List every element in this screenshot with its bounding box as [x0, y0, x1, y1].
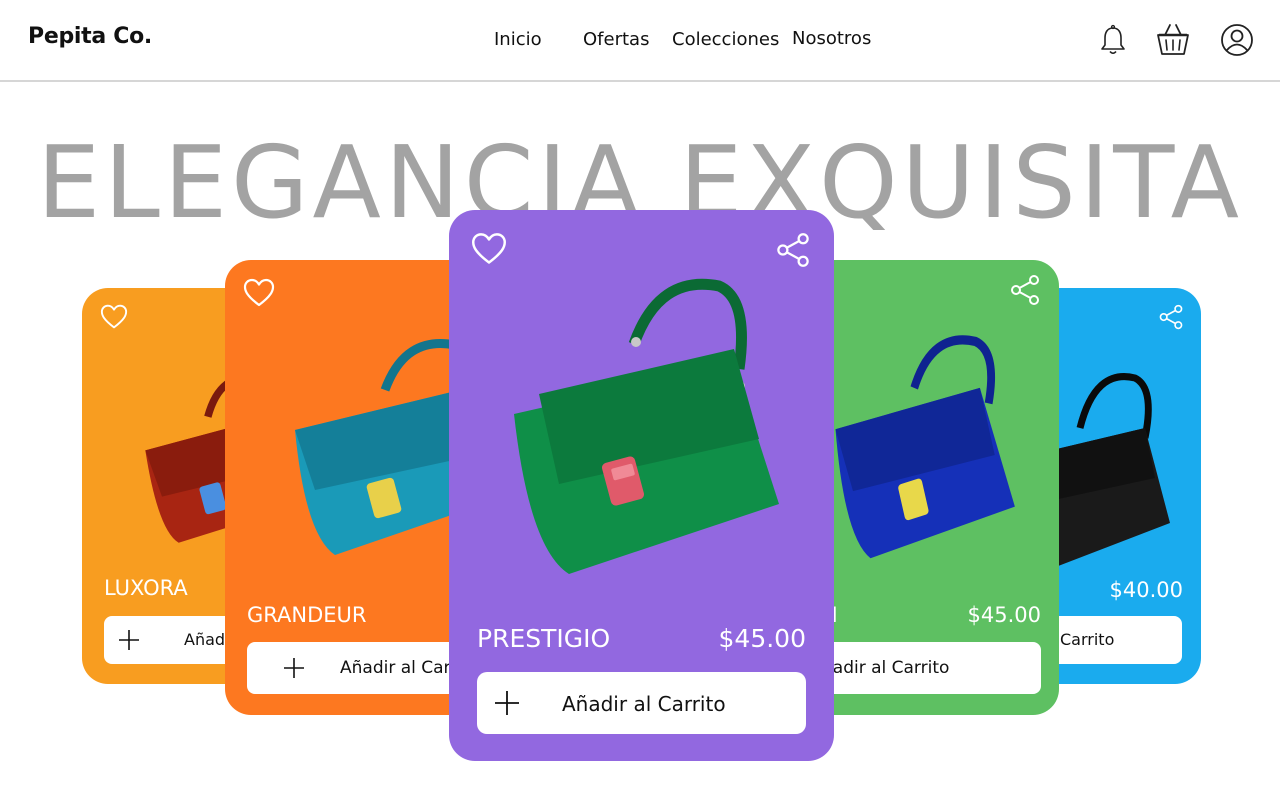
- heart-icon[interactable]: [100, 304, 128, 330]
- basket-icon[interactable]: [1155, 22, 1191, 58]
- nav-item-colecciones[interactable]: Colecciones: [672, 29, 779, 50]
- user-icon[interactable]: [1219, 22, 1255, 58]
- product-card-green[interactable]: N $45.00 ñadir al Carrito: [798, 260, 1059, 715]
- add-to-cart-label: Añad: [184, 630, 226, 649]
- product-price: $45.00: [967, 603, 1041, 627]
- nav-item-inicio[interactable]: Inicio: [494, 29, 542, 50]
- product-name: LUXORA: [104, 576, 188, 600]
- product-image-handbag: [818, 326, 1028, 584]
- product-price: $45.00: [718, 624, 806, 653]
- plus-icon: [118, 629, 140, 651]
- site-header: Pepita Co. Inicio Ofertas Colecciones No…: [0, 0, 1280, 82]
- nav-item-ofertas[interactable]: Ofertas: [583, 29, 649, 50]
- product-image-handbag: [1040, 358, 1180, 578]
- product-image-handbag: [494, 274, 784, 594]
- add-to-cart-button[interactable]: ñadir al Carrito: [798, 642, 1041, 694]
- product-card-prestigio[interactable]: PRESTIGIO $45.00 Añadir al Carrito: [449, 210, 834, 761]
- share-icon[interactable]: [775, 232, 811, 268]
- product-card-grandeur[interactable]: GRANDEUR Añadir al Carrito: [225, 260, 485, 715]
- add-to-cart-label: ñadir al Carrito: [822, 658, 950, 678]
- product-name: GRANDEUR: [247, 603, 367, 627]
- product-price: $40.00: [1109, 578, 1183, 602]
- brand-logo[interactable]: Pepita Co.: [28, 24, 152, 49]
- heart-icon[interactable]: [471, 232, 507, 266]
- add-to-cart-button[interactable]: Añadir al Carrito: [477, 672, 806, 734]
- nav-item-nosotros[interactable]: Nosotros: [792, 28, 871, 49]
- share-icon[interactable]: [1009, 274, 1041, 306]
- bell-icon[interactable]: [1095, 22, 1131, 58]
- product-name: PRESTIGIO: [477, 624, 611, 653]
- share-icon[interactable]: [1158, 304, 1184, 330]
- add-to-cart-label: Carrito: [1060, 630, 1115, 649]
- add-to-cart-label: Añadir al Carrito: [562, 692, 726, 716]
- plus-icon: [283, 657, 305, 679]
- plus-icon: [494, 690, 520, 716]
- heart-icon[interactable]: [243, 278, 275, 308]
